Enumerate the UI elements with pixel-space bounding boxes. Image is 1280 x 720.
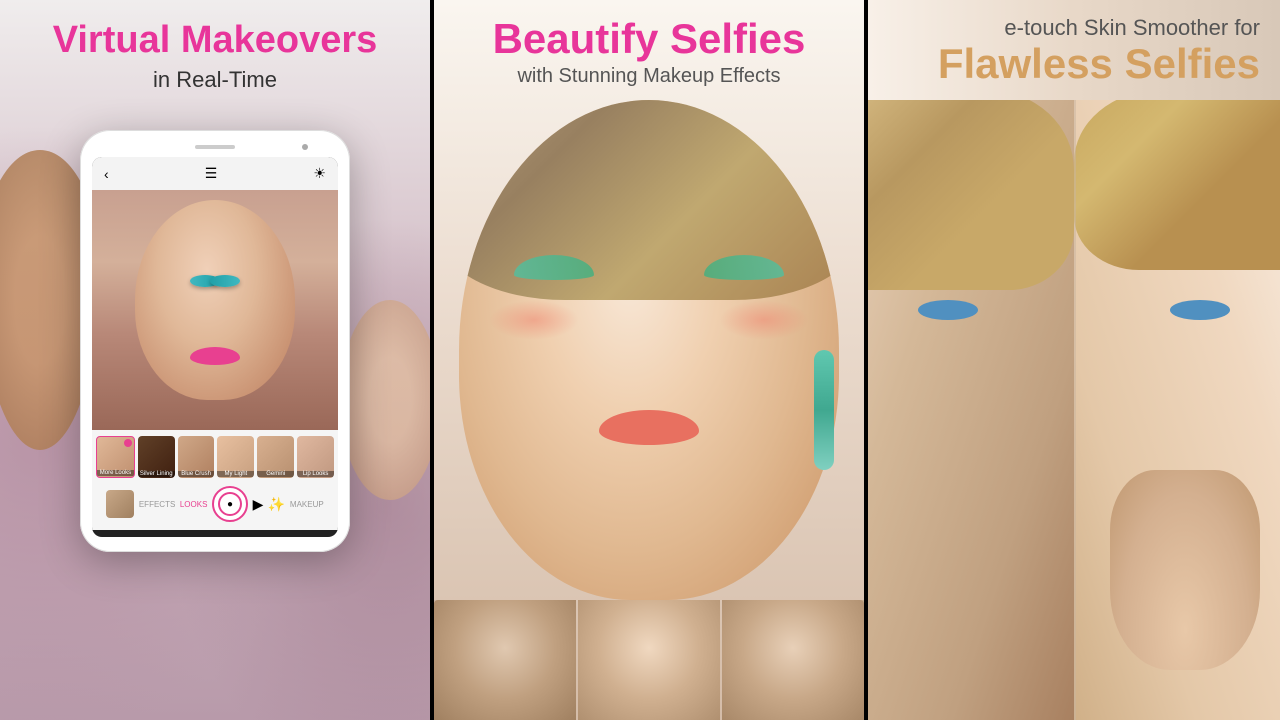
- phone-looks-strip: More Looks Silver Lining Blue Crush My L…: [96, 436, 334, 478]
- panel1-title: Virtual Makeovers: [20, 20, 410, 62]
- small-face-2: [578, 600, 720, 720]
- panel-virtual-makeovers: Virtual Makeovers in Real-Time ‹ ☰ ☀: [0, 0, 430, 720]
- phone-speaker: [195, 145, 235, 149]
- wand-icon[interactable]: ✨: [268, 496, 285, 513]
- phone-toolbar: ‹ ☰ ☀: [92, 157, 338, 190]
- panel-beautify-selfies: Beautify Selfies with Stunning Makeup Ef…: [434, 0, 864, 720]
- phone-mockup: ‹ ☰ ☀ More Looks: [80, 130, 350, 552]
- back-icon[interactable]: ‹: [104, 166, 109, 182]
- wand-icon-container: ✨: [268, 496, 285, 513]
- phone-eye-right: [210, 275, 240, 287]
- nav-effects-label[interactable]: EFFECTS: [139, 500, 175, 509]
- phone-outer-shell: ‹ ☰ ☀ More Looks: [80, 130, 350, 552]
- big-face-blush-right: [719, 300, 809, 340]
- panel2-text-container: Beautify Selfies with Stunning Makeup Ef…: [434, 15, 864, 88]
- panel3-eye-left: [918, 300, 978, 320]
- panel3-hair-left: [868, 100, 1074, 290]
- panel3-eye-right: [1170, 300, 1230, 320]
- panel2-subtitle: with Stunning Makeup Effects: [434, 65, 864, 88]
- camera-button-inner: ●: [218, 492, 242, 516]
- split-divider: [1074, 100, 1076, 720]
- look-label-5: Gemini: [257, 471, 294, 477]
- split-face-left: [868, 100, 1074, 720]
- split-face-container: [868, 100, 1280, 720]
- hand-overlay: [1110, 470, 1260, 670]
- teal-earring: [814, 350, 834, 470]
- panel1-subtitle: in Real-Time: [20, 67, 410, 93]
- look-label-3: Blue Crush: [178, 471, 215, 477]
- camera-symbol: ●: [227, 499, 233, 510]
- panel-flawless-selfies: e-touch Skin Smoother for Flawless Selfi…: [868, 0, 1280, 720]
- look-label-4: My Light: [217, 471, 254, 477]
- phone-camera-dot: [302, 144, 308, 150]
- phone-lips: [190, 347, 240, 365]
- panel3-subtitle: e-touch Skin Smoother for: [868, 15, 1260, 41]
- panel3-hair-right: [1074, 100, 1280, 270]
- small-face-3: [722, 600, 864, 720]
- nav-thumbnail: [106, 490, 134, 518]
- phone-navigation: EFFECTS LOOKS ● ▶ ✨ MAKE: [96, 482, 334, 526]
- video-icon[interactable]: ▶: [253, 496, 264, 513]
- panel3-title: Flawless Selfies: [868, 41, 1260, 87]
- look-thumb-4[interactable]: My Light: [217, 436, 254, 478]
- phone-face-area: [92, 190, 338, 430]
- phone-bottom-bar: More Looks Silver Lining Blue Crush My L…: [92, 430, 338, 530]
- side-face-right: [340, 300, 430, 500]
- panel2-title: Beautify Selfies: [434, 15, 864, 63]
- nav-makeup-label[interactable]: MAKEUP: [290, 500, 324, 509]
- look-thumb-1[interactable]: More Looks: [96, 436, 135, 478]
- camera-button[interactable]: ●: [212, 486, 248, 522]
- video-icon-container: ▶: [253, 496, 264, 513]
- panel1-text-container: Virtual Makeovers in Real-Time: [20, 20, 410, 93]
- panel3-text-container: e-touch Skin Smoother for Flawless Selfi…: [868, 15, 1280, 87]
- nav-looks-label[interactable]: LOOKS: [180, 500, 208, 509]
- small-face-1: [434, 600, 576, 720]
- big-face-oval: [459, 100, 839, 600]
- look-thumb-3[interactable]: Blue Crush: [178, 436, 215, 478]
- big-face-lips: [599, 410, 699, 445]
- menu-icon[interactable]: ☰: [205, 165, 218, 182]
- look-thumb-2[interactable]: Silver Lining: [138, 436, 175, 478]
- look-label-1: More Looks: [97, 470, 134, 476]
- look-thumb-6[interactable]: Lip Looks: [297, 436, 334, 478]
- small-faces-row: [434, 600, 864, 720]
- look-label-2: Silver Lining: [138, 471, 175, 477]
- phone-notch: [92, 145, 338, 149]
- phone-screen: ‹ ☰ ☀ More Looks: [92, 157, 338, 537]
- look-thumb-5[interactable]: Gemini: [257, 436, 294, 478]
- camera-icon[interactable]: ☀: [313, 165, 326, 182]
- look-selected-dot: [124, 439, 132, 447]
- look-label-6: Lip Looks: [297, 471, 334, 477]
- phone-face-oval: [135, 200, 295, 400]
- big-face-blush-left: [489, 300, 579, 340]
